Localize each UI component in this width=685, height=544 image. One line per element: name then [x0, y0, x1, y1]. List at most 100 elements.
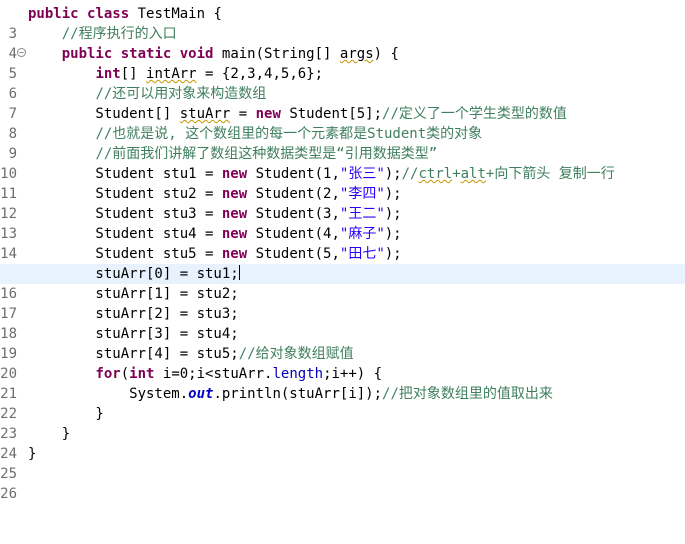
- comment: //把对象数组里的值取出来: [382, 386, 553, 402]
- code-text[interactable]: public class TestMain {: [28, 4, 222, 24]
- code-line[interactable]: 12 Student stu2 = new Student(2,"李四");: [0, 184, 685, 222]
- keyword: void: [179, 46, 214, 62]
- string-literal: "李四": [339, 186, 385, 202]
- code-token: i=0;i<stuArr.: [154, 366, 273, 382]
- comment: //前面我们讲解了数组这种数据类型是“引用数据类型”: [95, 146, 438, 162]
- comment: //给对象数组赋值: [238, 346, 354, 362]
- code-text[interactable]: Student stu3 = new Student(3,"王二");: [28, 204, 402, 224]
- code-line[interactable]: 17 stuArr[1] = stu2;: [0, 284, 685, 322]
- code-text[interactable]: //程序执行的入口: [28, 24, 177, 44]
- code-line[interactable]: 25 }: [0, 444, 685, 482]
- keyword: new: [221, 226, 248, 242]
- code-text[interactable]: }: [28, 404, 103, 424]
- code-token: );: [384, 166, 402, 182]
- code-token: System.: [28, 386, 189, 402]
- code-line[interactable]: 20 stuArr[4] = stu5;//给对象数组赋值: [0, 344, 685, 382]
- keyword: int: [129, 366, 155, 382]
- keyword: for: [95, 366, 121, 382]
- code-text[interactable]: Student stu1 = new Student(1,"张三");//ctr…: [28, 164, 615, 184]
- keyword: static: [120, 46, 172, 62]
- code-line[interactable]: 13 Student stu3 = new Student(3,"王二");: [0, 204, 685, 242]
- code-token: TestMain {: [129, 6, 222, 22]
- code-token: Student stu5 =: [28, 246, 222, 262]
- code-text[interactable]: Student stu2 = new Student(2,"李四");: [28, 184, 402, 204]
- code-line[interactable]: 21 for(int i=0;i<stuArr.length;i++) {: [0, 364, 685, 402]
- code-line[interactable]: 18 stuArr[2] = stu3;: [0, 304, 685, 342]
- code-text[interactable]: }: [28, 444, 36, 464]
- code-line[interactable]: 5 − public static void main(String[] arg…: [0, 44, 685, 82]
- code-token: = {2,3,4,5,6};: [196, 66, 324, 82]
- code-line[interactable]: 19 stuArr[3] = stu4;: [0, 324, 685, 362]
- code-token: );: [384, 246, 402, 262]
- code-line[interactable]: 11 Student stu1 = new Student(1,"张三");//…: [0, 164, 685, 202]
- code-line[interactable]: 7 //还可以用对象来构造数组: [0, 84, 685, 122]
- keyword: new: [221, 186, 248, 202]
- code-token: );: [384, 206, 402, 222]
- code-line[interactable]: 4 //程序执行的入口: [0, 24, 685, 62]
- code-line[interactable]: 22 System.out.println(stuArr[i]);//把对象数组…: [0, 384, 685, 422]
- code-text[interactable]: Student stu5 = new Student(5,"田七");: [28, 244, 402, 264]
- code-line[interactable]: 14 Student stu4 = new Student(4,"麻子");: [0, 224, 685, 262]
- code-token: );: [384, 186, 402, 202]
- line-number: 26: [0, 486, 17, 502]
- code-line[interactable]: 24 }: [0, 424, 685, 462]
- code-line[interactable]: 26: [0, 464, 685, 502]
- code-token: Student(5,: [247, 246, 340, 262]
- code-token: stuArr[3] = stu4;: [28, 326, 239, 342]
- code-token: stuArr[2] = stu3;: [28, 306, 239, 322]
- keyword: new: [221, 166, 248, 182]
- code-text[interactable]: stuArr[3] = stu4;: [28, 324, 239, 344]
- code-token: }: [28, 446, 37, 462]
- text-caret: [238, 265, 240, 280]
- code-text[interactable]: int[] intArr = {2,3,4,5,6};: [28, 64, 323, 84]
- code-editor[interactable]: 3 public class TestMain { 4 //程序执行的入口 5 …: [0, 0, 685, 502]
- code-line[interactable]: 10 //前面我们讲解了数组这种数据类型是“引用数据类型”: [0, 144, 685, 182]
- code-text[interactable]: System.out.println(stuArr[i]);//把对象数组里的值…: [28, 384, 553, 404]
- code-line[interactable]: 15 Student stu5 = new Student(5,"田七");: [0, 244, 685, 282]
- code-text[interactable]: for(int i=0;i<stuArr.length;i++) {: [28, 364, 382, 384]
- code-text[interactable]: stuArr[0] = stu1;: [28, 264, 240, 284]
- param-name: args: [339, 46, 374, 62]
- comment: //定义了一个学生类型的数值: [382, 106, 567, 122]
- code-line-current[interactable]: 16 stuArr[0] = stu1;: [0, 264, 685, 302]
- string-literal: "张三": [339, 166, 385, 182]
- code-line[interactable]: 23 }: [0, 404, 685, 442]
- code-text[interactable]: //还可以用对象来构造数组: [28, 84, 266, 104]
- code-line[interactable]: 9 //也就是说, 这个数组里的每一个元素都是Student类的对象: [0, 124, 685, 162]
- code-token: stuArr[4] = stu5;: [28, 346, 239, 362]
- code-line[interactable]: 3 public class TestMain {: [0, 4, 685, 42]
- fold-toggle-icon[interactable]: −: [17, 48, 26, 57]
- comment: +向下箭头 复制一行: [485, 166, 615, 182]
- code-line[interactable]: 8 Student[] stuArr = new Student[5];//定义…: [0, 104, 685, 142]
- keyword: int: [95, 66, 121, 82]
- code-text[interactable]: public static void main(String[] args) {: [28, 44, 399, 64]
- code-line[interactable]: 6 int[] intArr = {2,3,4,5,6};: [0, 64, 685, 102]
- code-text[interactable]: Student stu4 = new Student(4,"麻子");: [28, 224, 401, 244]
- comment: +: [452, 166, 461, 182]
- code-text[interactable]: stuArr[4] = stu5;//给对象数组赋值: [28, 344, 354, 364]
- code-token: ;i++) {: [323, 366, 383, 382]
- code-token: (: [120, 366, 130, 382]
- comment: //也就是说, 这个数组里的每一个元素都是Student类的对象: [95, 126, 483, 142]
- code-text[interactable]: stuArr[2] = stu3;: [28, 304, 239, 324]
- string-literal: "王二": [339, 206, 385, 222]
- code-token: Student(1,: [247, 166, 340, 182]
- code-text[interactable]: stuArr[1] = stu2;: [28, 284, 238, 304]
- code-text[interactable]: //前面我们讲解了数组这种数据类型是“引用数据类型”: [28, 144, 437, 164]
- code-text[interactable]: }: [28, 424, 70, 444]
- code-token: Student stu1 =: [28, 166, 222, 182]
- string-literal: "田七": [339, 246, 385, 262]
- code-token: Student stu4 =: [28, 226, 222, 242]
- keyword: new: [221, 206, 248, 222]
- string-literal: "麻子": [339, 226, 385, 242]
- code-text[interactable]: //也就是说, 这个数组里的每一个元素都是Student类的对象: [28, 124, 482, 144]
- keyword: public: [61, 46, 113, 62]
- code-text[interactable]: Student[] stuArr = new Student[5];//定义了一…: [28, 104, 567, 124]
